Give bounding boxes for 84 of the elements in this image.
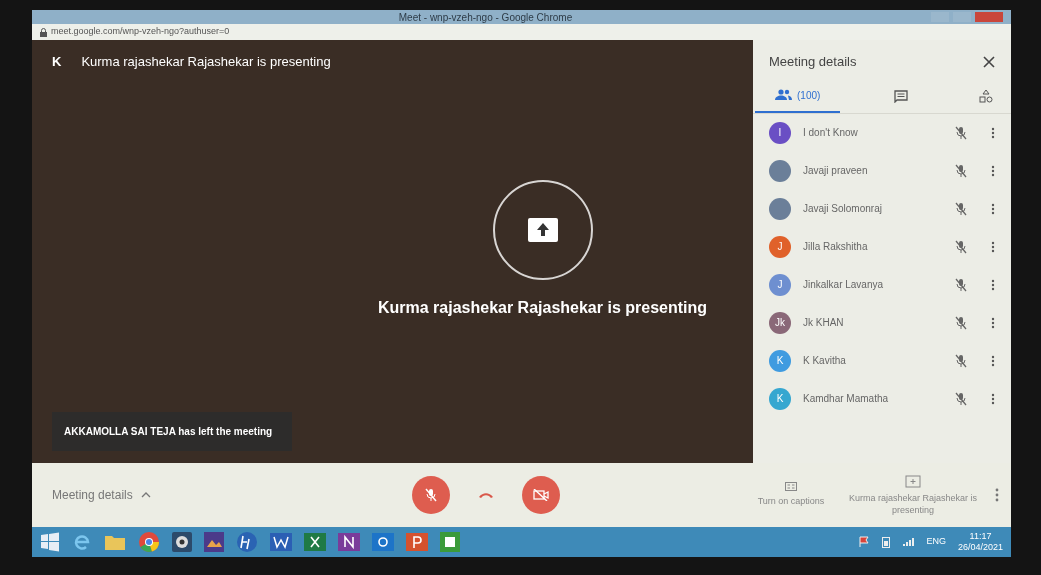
chrome-icon[interactable] [138, 531, 160, 553]
panel-title: Meeting details [769, 53, 857, 71]
present-button[interactable]: Kurma rajashekar Rajashekar is presenting [843, 474, 983, 516]
microphone-button[interactable] [412, 476, 450, 514]
people-icon [775, 89, 793, 101]
participant-row[interactable]: Jk Jk KHAN [753, 303, 1011, 342]
url-text: meet.google.com/wnp-vzeh-ngo?authuser=0 [51, 25, 230, 39]
powerpoint-icon[interactable] [406, 533, 428, 551]
camera-button[interactable] [522, 476, 560, 514]
hang-up-icon[interactable] [478, 491, 494, 499]
more-options-icon[interactable] [995, 488, 999, 502]
microphone-muted-icon[interactable] [955, 391, 967, 406]
more-options-icon[interactable] [991, 278, 995, 291]
participant-row[interactable]: K K Kavitha [753, 341, 1011, 380]
participant-row[interactable]: Javaji Solomonraj [753, 189, 1011, 228]
participant-name: Javaji Solomonraj [803, 202, 883, 216]
clock-date[interactable]: 26/04/2021 [957, 542, 1003, 553]
avatar-initial: I [769, 121, 791, 144]
avatar-initial: J [769, 273, 791, 296]
more-options-icon[interactable] [991, 164, 995, 177]
word-icon[interactable] [270, 533, 292, 551]
excel-icon[interactable] [304, 533, 326, 551]
participant-row[interactable]: J Jilla Rakshitha [753, 227, 1011, 266]
presenting-message: Kurma rajashekar Rajashekar is presenting [377, 297, 707, 318]
microphone-muted-icon[interactable] [955, 201, 967, 216]
meeting-details-button[interactable]: Meeting details [52, 486, 133, 504]
more-options-icon[interactable] [991, 202, 995, 215]
participant-row[interactable]: J Jinkalkar Lavanya [753, 265, 1011, 304]
presenter-initial: K [52, 53, 62, 71]
photos-app-icon[interactable] [204, 532, 224, 552]
more-options-icon[interactable] [991, 354, 995, 367]
participant-row[interactable]: K Kamdhar Mamatha [753, 379, 1011, 418]
hp-logo-icon[interactable] [236, 531, 258, 553]
avatar-initial: J [769, 235, 791, 258]
microphone-muted-icon[interactable] [955, 125, 967, 140]
captions-button[interactable]: Turn on captions [751, 481, 831, 509]
participant-name: Javaji praveen [803, 164, 869, 178]
avatar-photo-placeholder [769, 197, 791, 220]
battery-icon[interactable] [882, 536, 891, 548]
chevron-up-icon[interactable] [140, 492, 151, 498]
presentation-icon [492, 179, 593, 280]
presenter-label: Kurma rajashekar Rajashekar is presenting [81, 53, 331, 71]
participant-name: Jinkalkar Lavanya [803, 278, 885, 292]
microphone-muted-icon[interactable] [955, 277, 967, 292]
microphone-icon [425, 488, 437, 502]
clock-time[interactable]: 11:17 [969, 531, 992, 542]
notification-toast: AKKAMOLLA SAI TEJA has left the meeting [52, 412, 292, 451]
more-options-icon[interactable] [991, 316, 995, 329]
close-icon[interactable] [983, 55, 995, 68]
avatar-initial: K [769, 349, 791, 372]
avatar-initial: Jk [769, 311, 791, 334]
avatar-photo-placeholder [769, 159, 791, 182]
onenote-icon[interactable] [338, 533, 360, 551]
windows-logo-icon[interactable] [40, 532, 60, 552]
captions-icon [785, 481, 797, 491]
chat-icon [893, 89, 908, 103]
address-bar[interactable]: meet.google.com/wnp-vzeh-ngo?authuser=0 [32, 24, 1011, 40]
window-title: Meet - wnp-vzeh-ngo - Google Chrome [397, 10, 574, 25]
participant-name: Kamdhar Mamatha [803, 392, 890, 406]
lock-icon [40, 27, 47, 37]
people-tab[interactable]: (100) [755, 83, 841, 113]
microphone-muted-icon[interactable] [955, 163, 967, 178]
signal-icon[interactable] [902, 537, 915, 547]
camera-icon [533, 489, 549, 501]
participant-name: I don't Know [803, 126, 859, 140]
more-options-icon[interactable] [991, 126, 995, 139]
microphone-muted-icon[interactable] [955, 239, 967, 254]
participant-name: Jk KHAN [803, 316, 845, 330]
outlook-icon[interactable] [372, 533, 394, 551]
participant-row[interactable]: I I don't Know [753, 113, 1011, 152]
participant-row[interactable]: Javaji praveen [753, 151, 1011, 190]
more-options-icon[interactable] [991, 392, 995, 405]
participant-name: Jilla Rakshitha [803, 240, 869, 254]
microphone-muted-icon[interactable] [955, 315, 967, 330]
calendar-app-icon[interactable] [440, 532, 460, 552]
microphone-muted-icon[interactable] [955, 353, 967, 368]
avatar-initial: K [769, 387, 791, 410]
shapes-icon [979, 88, 993, 103]
present-screen-icon [905, 474, 921, 488]
tray-flag-icon[interactable] [858, 536, 871, 548]
more-options-icon[interactable] [991, 240, 995, 253]
participant-name: K Kavitha [803, 354, 847, 368]
language-indicator[interactable]: ENG [926, 535, 946, 549]
webcam-icon[interactable] [172, 532, 192, 552]
